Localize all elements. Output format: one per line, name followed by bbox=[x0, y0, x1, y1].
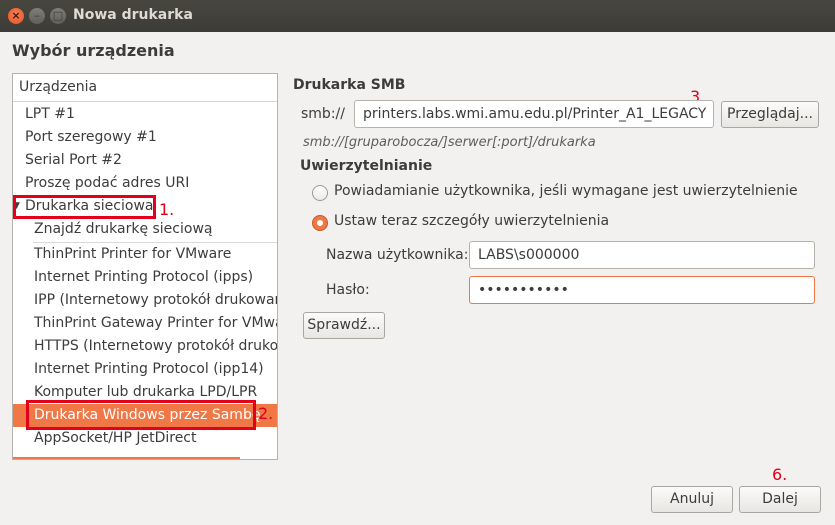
minimize-icon[interactable]: – bbox=[29, 8, 45, 24]
list-item-thinprint-printer[interactable]: ThinPrint Printer for VMware bbox=[13, 243, 277, 266]
annotation-number-2: 2. bbox=[258, 404, 274, 423]
radio-prompt-user-label[interactable]: Powiadamianie użytkownika, jeśli wymagan… bbox=[334, 183, 798, 199]
smb-uri-hint: smb://[gruparobocza/]serwer[:port]/druka… bbox=[303, 135, 596, 150]
list-item-ipp[interactable]: IPP (Internetowy protokół drukowania) bbox=[13, 289, 277, 312]
next-button[interactable]: Dalej bbox=[739, 486, 821, 513]
list-item-ipp14[interactable]: Internet Printing Protocol (ipp14) bbox=[13, 358, 277, 381]
list-item-lpt1[interactable]: LPT #1 bbox=[13, 103, 277, 126]
window-title: Nowa drukarka bbox=[73, 7, 193, 23]
list-item-serial-port-2[interactable]: Serial Port #2 bbox=[13, 149, 277, 172]
device-list[interactable]: Urządzenia LPT #1 Port szeregowy #1 Seri… bbox=[12, 73, 278, 460]
password-field[interactable]: ••••••••••• bbox=[469, 276, 815, 304]
device-list-header[interactable]: Urządzenia bbox=[13, 74, 277, 102]
close-icon[interactable]: × bbox=[8, 8, 24, 24]
page-title: Wybór urządzenia bbox=[12, 41, 175, 60]
annotation-number-6: 6. bbox=[772, 465, 788, 484]
list-item-enter-uri[interactable]: Proszę podać adres URI bbox=[13, 172, 277, 195]
scroll-indicator[interactable] bbox=[13, 457, 240, 459]
username-label: Nazwa użytkownika: bbox=[326, 247, 469, 263]
list-item-network-printer-group[interactable]: ▼ Drukarka sieciowa bbox=[13, 195, 277, 218]
radio-prompt-user[interactable] bbox=[312, 185, 328, 201]
radio-set-now-label[interactable]: Ustaw teraz szczegóły uwierzytelnienia bbox=[334, 213, 609, 229]
title-bar: × – □ Nowa drukarka bbox=[0, 0, 835, 32]
list-item-serial-port-1[interactable]: Port szeregowy #1 bbox=[13, 126, 277, 149]
password-label: Hasło: bbox=[326, 282, 370, 298]
list-item-find-network-printer[interactable]: Znajdź drukarkę sieciową bbox=[13, 218, 277, 241]
smb-section-title: Drukarka SMB bbox=[293, 77, 406, 93]
smb-prefix-label: smb:// bbox=[301, 106, 345, 122]
list-item-https[interactable]: HTTPS (Internetowy protokół drukowania) bbox=[13, 335, 277, 358]
expander-down-icon[interactable]: ▼ bbox=[13, 195, 20, 218]
annotation-number-1: 1. bbox=[159, 200, 175, 219]
list-item-lpd-lpr[interactable]: Komputer lub drukarka LPD/LPR bbox=[13, 381, 277, 404]
auth-section-title: Uwierzytelnianie bbox=[300, 158, 433, 174]
network-printer-group-label: Drukarka sieciowa bbox=[25, 198, 154, 214]
cancel-button[interactable]: Anuluj bbox=[651, 486, 733, 513]
browse-button[interactable]: Przeglądaj... bbox=[721, 101, 819, 128]
list-item-appsocket[interactable]: AppSocket/HP JetDirect bbox=[13, 427, 277, 450]
list-item-thinprint-gateway[interactable]: ThinPrint Gateway Printer for VMware bbox=[13, 312, 277, 335]
username-field[interactable]: LABS\s000000 bbox=[469, 241, 815, 269]
verify-button[interactable]: Sprawdź... bbox=[303, 312, 385, 339]
list-item-ipps[interactable]: Internet Printing Protocol (ipps) bbox=[13, 266, 277, 289]
smb-uri-field[interactable]: printers.labs.wmi.amu.edu.pl/Printer_A1_… bbox=[354, 100, 714, 128]
radio-set-now[interactable] bbox=[312, 215, 328, 231]
list-item-windows-samba[interactable]: Drukarka Windows przez Sambę bbox=[13, 404, 277, 427]
maximize-icon[interactable]: □ bbox=[50, 8, 66, 24]
